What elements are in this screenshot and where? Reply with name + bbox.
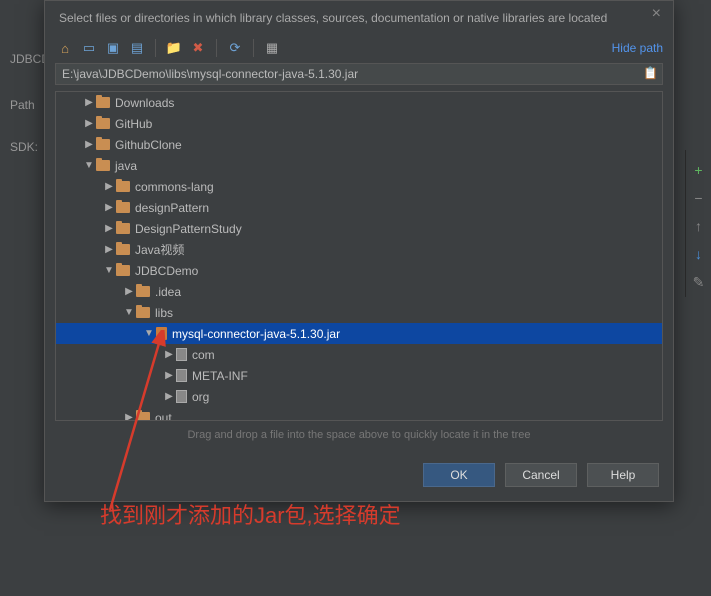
tree-row[interactable]: ▶ META-INF xyxy=(56,365,662,386)
tree-label: META-INF xyxy=(192,369,248,383)
folder-icon xyxy=(96,139,110,150)
tree-label: JDBCDemo xyxy=(135,264,198,278)
folder-icon xyxy=(116,223,130,234)
chevron-icon[interactable]: ▶ xyxy=(82,97,96,108)
ok-button[interactable]: OK xyxy=(423,463,495,487)
module-icon[interactable]: ▤ xyxy=(129,40,145,56)
folder-icon xyxy=(116,202,130,213)
folder-icon xyxy=(116,181,130,192)
side-add-icon[interactable]: + xyxy=(686,156,711,184)
toolbar-separator xyxy=(155,39,156,57)
folder-icon xyxy=(116,265,130,276)
tree-label: java xyxy=(115,159,137,173)
package-icon xyxy=(176,369,187,382)
tree-row[interactable]: ▶ commons-lang xyxy=(56,176,662,197)
drag-hint: Drag and drop a file into the space abov… xyxy=(45,427,673,451)
folder-icon xyxy=(136,412,150,421)
tree-label: designPattern xyxy=(135,201,209,215)
chevron-icon[interactable]: ▶ xyxy=(162,349,176,360)
hide-path-link[interactable]: Hide path xyxy=(612,41,663,55)
tree-row[interactable]: ▼ mysql-connector-java-5.1.30.jar xyxy=(56,323,662,344)
project-icon[interactable]: ▣ xyxy=(105,40,121,56)
path-text: E:\java\JDBCDemo\libs\mysql-connector-ja… xyxy=(62,67,358,81)
chevron-icon[interactable]: ▼ xyxy=(82,160,96,171)
file-chooser-toolbar: ⌂ ▭ ▣ ▤ 📁 ✖ ⟳ ▦ Hide path xyxy=(45,35,673,63)
chevron-icon[interactable]: ▶ xyxy=(82,139,96,150)
toolbar-separator xyxy=(216,39,217,57)
tree-row[interactable]: ▶ Java视频 xyxy=(56,239,662,260)
refresh-icon[interactable]: ⟳ xyxy=(227,40,243,56)
tree-row[interactable]: ▼ JDBCDemo xyxy=(56,260,662,281)
chevron-icon[interactable]: ▼ xyxy=(142,328,156,339)
tree-label: out xyxy=(155,411,172,422)
tree-row[interactable]: ▼ libs xyxy=(56,302,662,323)
tree-label: Downloads xyxy=(115,96,174,110)
file-chooser-dialog: × Select files or directories in which l… xyxy=(44,0,674,502)
tree-label: org xyxy=(192,390,209,404)
side-up-icon[interactable]: ↑ xyxy=(686,212,711,240)
folder-icon xyxy=(136,286,150,297)
folder-icon xyxy=(96,160,110,171)
folder-icon xyxy=(96,97,110,108)
package-icon xyxy=(176,348,187,361)
path-input[interactable]: E:\java\JDBCDemo\libs\mysql-connector-ja… xyxy=(55,63,663,85)
chevron-icon[interactable]: ▶ xyxy=(162,370,176,381)
chevron-icon[interactable]: ▼ xyxy=(102,265,116,276)
history-icon[interactable]: 📋 xyxy=(643,66,658,80)
toolbar-separator xyxy=(253,39,254,57)
show-hidden-icon[interactable]: ▦ xyxy=(264,40,280,56)
annotation-text: 找到刚才添加的Jar包,选择确定 xyxy=(100,498,401,530)
tree-label: .idea xyxy=(155,285,181,299)
chevron-icon[interactable]: ▶ xyxy=(102,223,116,234)
side-edit-icon[interactable]: ✎ xyxy=(686,268,711,297)
tree-label: GithubClone xyxy=(115,138,182,152)
folder-icon xyxy=(116,244,130,255)
desktop-icon[interactable]: ▭ xyxy=(81,40,97,56)
file-tree[interactable]: ▶ Downloads ▶ GitHub ▶ GithubClone ▼ java ▶ commo… xyxy=(55,91,663,421)
tree-row[interactable]: ▶ Downloads xyxy=(56,92,662,113)
tree-row[interactable]: ▶ DesignPatternStudy xyxy=(56,218,662,239)
tree-label: com xyxy=(192,348,215,362)
package-icon xyxy=(176,390,187,403)
tree-label: GitHub xyxy=(115,117,152,131)
chevron-icon[interactable]: ▼ xyxy=(122,307,136,318)
tree-row[interactable]: ▶ .idea xyxy=(56,281,662,302)
folder-icon xyxy=(136,307,150,318)
folder-icon xyxy=(96,118,110,129)
tree-row[interactable]: ▶ GitHub xyxy=(56,113,662,134)
chevron-icon[interactable]: ▶ xyxy=(162,391,176,402)
tree-label: DesignPatternStudy xyxy=(135,222,242,236)
close-icon[interactable]: × xyxy=(646,3,667,25)
tree-row[interactable]: ▶ out xyxy=(56,407,662,421)
tree-label: Java视频 xyxy=(135,241,184,258)
new-folder-icon[interactable]: 📁 xyxy=(166,40,182,56)
tree-row[interactable]: ▶ GithubClone xyxy=(56,134,662,155)
dialog-subtitle: Select files or directories in which lib… xyxy=(45,1,673,35)
chevron-icon[interactable]: ▶ xyxy=(102,181,116,192)
side-minus-icon[interactable]: − xyxy=(686,184,711,212)
tree-row[interactable]: ▶ com xyxy=(56,344,662,365)
tree-row[interactable]: ▼ java xyxy=(56,155,662,176)
chevron-icon[interactable]: ▶ xyxy=(122,412,136,421)
delete-icon[interactable]: ✖ xyxy=(190,40,206,56)
chevron-icon[interactable]: ▶ xyxy=(122,286,136,297)
chevron-icon[interactable]: ▶ xyxy=(82,118,96,129)
tree-label: mysql-connector-java-5.1.30.jar xyxy=(172,327,340,341)
tree-label: libs xyxy=(155,306,173,320)
cancel-button[interactable]: Cancel xyxy=(505,463,577,487)
jar-icon xyxy=(156,327,167,340)
side-down-icon[interactable]: ↓ xyxy=(686,240,711,268)
help-button[interactable]: Help xyxy=(587,463,659,487)
home-icon[interactable]: ⌂ xyxy=(57,40,73,56)
tree-row[interactable]: ▶ designPattern xyxy=(56,197,662,218)
side-toolbar: + − ↑ ↓ ✎ xyxy=(685,150,711,297)
tree-row[interactable]: ▶ org xyxy=(56,386,662,407)
chevron-icon[interactable]: ▶ xyxy=(102,202,116,213)
tree-label: commons-lang xyxy=(135,180,214,194)
chevron-icon[interactable]: ▶ xyxy=(102,244,116,255)
dialog-buttons: OK Cancel Help xyxy=(45,451,673,501)
